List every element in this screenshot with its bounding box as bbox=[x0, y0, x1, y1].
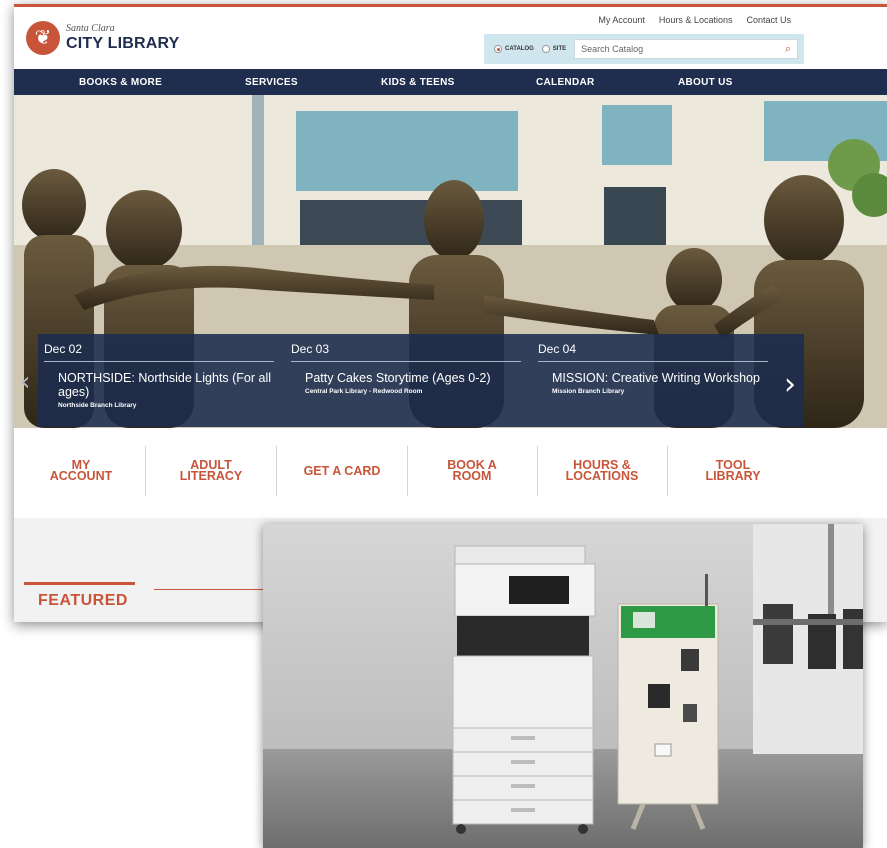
quick-link-tool-library[interactable]: TOOL LIBRARY bbox=[668, 446, 798, 496]
featured-heading: FEATURED bbox=[38, 592, 128, 609]
hours-locations-link[interactable]: Hours & Locations bbox=[659, 15, 733, 25]
event-card[interactable]: Dec 04 MISSION: Creative Writing Worksho… bbox=[538, 342, 768, 395]
quick-link-line: ROOM bbox=[452, 469, 492, 483]
event-title: NORTHSIDE: Northside Lights (For all age… bbox=[58, 371, 272, 399]
leaf-logo-icon: ❦ bbox=[26, 21, 60, 55]
nav-kids-teens[interactable]: KIDS & TEENS bbox=[381, 77, 455, 88]
featured-photo[interactable] bbox=[263, 524, 863, 848]
event-date: Dec 02 bbox=[44, 342, 274, 362]
quick-link-line: LOCATIONS bbox=[565, 469, 639, 483]
event-location: Mission Branch Library bbox=[552, 388, 625, 395]
contact-us-link[interactable]: Contact Us bbox=[746, 15, 791, 25]
search-icon[interactable]: ⌕ bbox=[785, 43, 791, 56]
search-box: CATALOG SITE Search Catalog ⌕ bbox=[484, 34, 804, 64]
quick-link-get-a-card[interactable]: GET A CARD bbox=[277, 446, 407, 496]
my-account-link[interactable]: My Account bbox=[598, 15, 645, 25]
quick-links: MY ACCOUNT ADULT LITERACY GET A CARD BOOK … bbox=[14, 428, 887, 518]
main-nav: BOOKS & MORE SERVICES KIDS & TEENS CALEN… bbox=[14, 69, 887, 95]
nav-books-more[interactable]: BOOKS & MORE bbox=[79, 77, 162, 88]
quick-link-line: GET A CARD bbox=[303, 463, 381, 478]
event-title: MISSION: Creative Writing Workshop bbox=[552, 371, 760, 385]
copier-kiosk-photo bbox=[263, 524, 863, 848]
scope-catalog-label: CATALOG bbox=[505, 46, 534, 52]
quick-link-hours-locations[interactable]: HOURS & LOCATIONS bbox=[537, 446, 667, 496]
utility-links: My Account Hours & Locations Contact Us bbox=[598, 15, 791, 25]
featured-accent-bar bbox=[24, 582, 135, 585]
quick-link-line: LIBRARY bbox=[705, 469, 761, 483]
event-location: Northside Branch Library bbox=[58, 402, 137, 409]
scope-catalog-radio[interactable]: CATALOG bbox=[494, 45, 534, 53]
event-card[interactable]: Dec 03 Patty Cakes Storytime (Ages 0-2) … bbox=[291, 342, 521, 395]
site-header: ❦ Santa Clara CITY LIBRARY My Account Ho… bbox=[14, 7, 887, 69]
quick-link-book-a-room[interactable]: BOOK A ROOM bbox=[407, 446, 537, 496]
quick-link-my-account[interactable]: MY ACCOUNT bbox=[16, 446, 146, 496]
carousel-next-icon[interactable]: › bbox=[784, 367, 796, 402]
scope-site-radio[interactable]: SITE bbox=[541, 45, 567, 53]
search-placeholder: Search Catalog bbox=[581, 44, 644, 54]
nav-about-us[interactable]: ABOUT US bbox=[678, 77, 733, 88]
quick-link-adult-literacy[interactable]: ADULT LITERACY bbox=[146, 446, 276, 496]
nav-calendar[interactable]: CALENDAR bbox=[536, 77, 595, 88]
events-strip: Dec 02 NORTHSIDE: Northside Lights (For … bbox=[38, 334, 804, 427]
quick-link-line: ACCOUNT bbox=[49, 469, 113, 483]
event-date: Dec 04 bbox=[538, 342, 768, 362]
search-input[interactable]: Search Catalog ⌕ bbox=[574, 39, 798, 59]
quick-link-line: LITERACY bbox=[179, 469, 243, 483]
hero-carousel: ‹ Dec 02 NORTHSIDE: Northside Lights (Fo… bbox=[14, 95, 887, 428]
carousel-prev-icon[interactable]: ‹ bbox=[20, 367, 30, 397]
logo-subtitle: Santa Clara bbox=[66, 23, 115, 34]
event-location: Central Park Library - Redwood Room bbox=[305, 388, 423, 395]
event-date: Dec 03 bbox=[291, 342, 521, 362]
logo-title: CITY LIBRARY bbox=[66, 35, 180, 52]
event-card[interactable]: Dec 02 NORTHSIDE: Northside Lights (For … bbox=[44, 342, 274, 409]
nav-services[interactable]: SERVICES bbox=[245, 77, 298, 88]
library-logo[interactable]: ❦ Santa Clara CITY LIBRARY bbox=[26, 21, 180, 55]
radio-unselected-icon bbox=[541, 45, 550, 53]
event-title: Patty Cakes Storytime (Ages 0-2) bbox=[305, 371, 491, 385]
scope-site-label: SITE bbox=[552, 46, 567, 52]
radio-selected-icon bbox=[494, 45, 502, 53]
